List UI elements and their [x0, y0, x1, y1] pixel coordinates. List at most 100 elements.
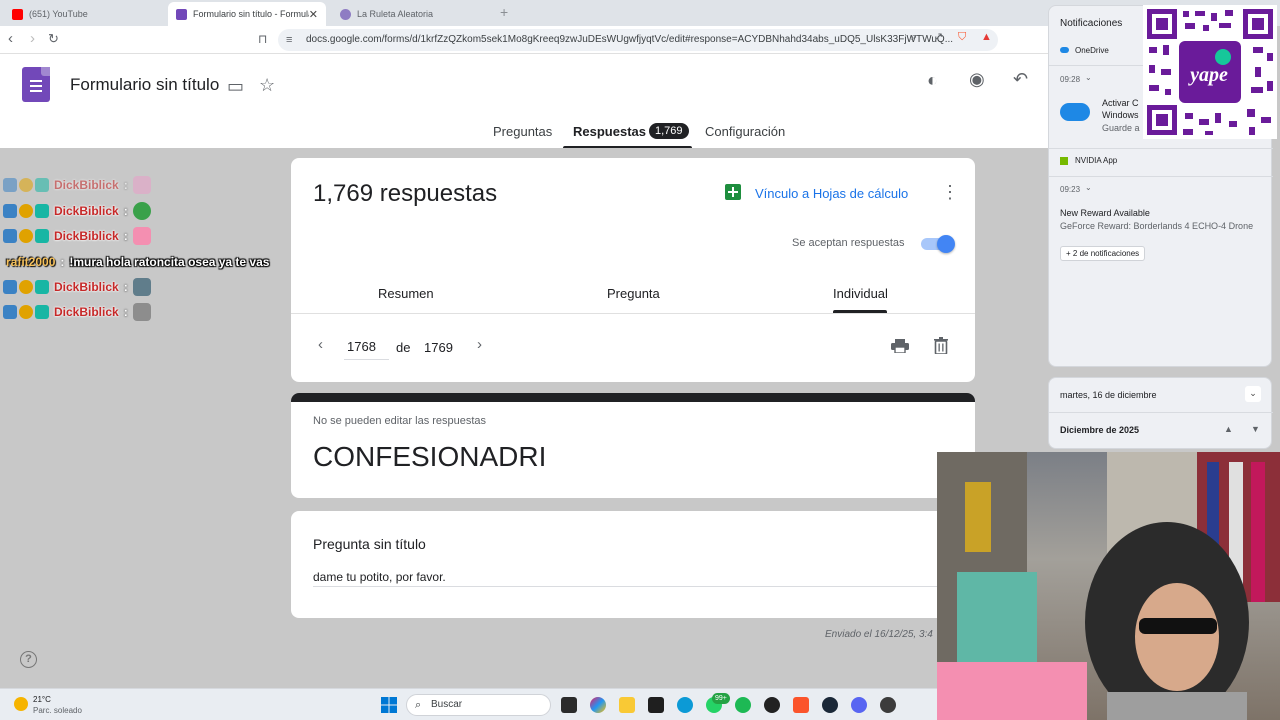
brave-icon[interactable] [793, 697, 809, 713]
chat-username: DickBiblick [54, 178, 119, 192]
undo-icon[interactable]: ↶ [1013, 69, 1028, 89]
share-icon[interactable]: ↗ [934, 29, 943, 45]
help-icon[interactable]: ? [20, 651, 37, 668]
more-notifications-button[interactable]: + 2 de notificaciones [1060, 246, 1146, 261]
discord-icon[interactable] [851, 697, 867, 713]
print-icon[interactable] [891, 339, 909, 353]
tab-preguntas[interactable]: Preguntas [493, 124, 552, 139]
chat-separator: : [123, 229, 128, 243]
star-icon[interactable]: ☆ [259, 75, 275, 95]
url-bar[interactable]: ≡ docs.google.com/forms/d/1krfZzQZkom5se… [278, 29, 998, 51]
file-explorer-icon[interactable] [619, 697, 635, 713]
task-view-icon[interactable] [561, 697, 577, 713]
copilot-icon[interactable] [590, 697, 606, 713]
badge-icon [3, 280, 17, 294]
steam-icon[interactable] [822, 697, 838, 713]
taskbar: 21°C Parc. soleado ⌕ Buscar 99+ [0, 688, 937, 720]
spotify-icon[interactable] [735, 697, 751, 713]
onedrive-time: 09:28 [1060, 75, 1081, 84]
tab-forms[interactable]: Formulario sin título - Formulario ✕ [168, 2, 326, 26]
tab-ruleta[interactable]: La Ruleta Aleatoria [332, 2, 492, 26]
chat-username: DickBiblick [54, 204, 119, 218]
nvidia-time: 09:23 [1060, 185, 1081, 194]
nvidia-body: GeForce Reward: Borderlands 4 ECHO-4 Dro… [1060, 221, 1254, 231]
form-title[interactable]: Formulario sin título [70, 75, 219, 95]
back-icon[interactable]: ‹ [8, 30, 13, 48]
chat-separator: : [123, 204, 128, 218]
submitted-timestamp: Enviado el 16/12/25, 3:4 [825, 629, 933, 640]
calendar-date: martes, 16 de diciembre [1060, 390, 1157, 400]
previous-response-icon[interactable]: ‹ [318, 336, 323, 354]
main-tabs: Preguntas Respuestas 1,769 Configuración [0, 122, 1048, 149]
site-info-icon[interactable]: ≡ [286, 29, 292, 51]
nvidia-app-name: NVIDIA App [1075, 156, 1118, 165]
chat-username: DickBiblick [54, 305, 119, 319]
obs-icon[interactable] [764, 697, 780, 713]
tab-title: (651) YouTube [29, 9, 88, 19]
chevron-up-icon[interactable]: ▲ [1224, 424, 1233, 434]
response-number-input[interactable]: 1768 [344, 336, 389, 360]
palette-icon[interactable]: ◐ [927, 70, 938, 90]
new-tab-button[interactable]: + [500, 4, 508, 20]
app-icon[interactable] [880, 697, 896, 713]
coin-badge-icon [19, 280, 33, 294]
chevron-down-icon[interactable]: ⌄ [1085, 183, 1092, 192]
folder-icon[interactable]: ▭ [227, 76, 244, 96]
responses-summary-card: 1,769 respuestas Vínculo a Hojas de cálc… [291, 158, 975, 382]
edge-icon[interactable] [677, 697, 693, 713]
chat-separator: : [123, 280, 128, 294]
tab-youtube[interactable]: (651) YouTube [4, 2, 166, 26]
pager-total: 1769 [424, 340, 453, 355]
subtab-individual[interactable]: Individual [833, 286, 888, 301]
webcam-image [937, 452, 1280, 720]
brave-shield-icon[interactable]: ⛉ [958, 29, 966, 45]
subtab-pregunta[interactable]: Pregunta [607, 286, 660, 301]
accepting-responses-label: Se aceptan respuestas [792, 237, 905, 249]
more-options-icon[interactable]: ⋮ [941, 182, 959, 202]
forms-icon [176, 8, 187, 20]
terminal-icon[interactable] [648, 697, 664, 713]
bookmark-icon[interactable]: ⊓ [258, 30, 267, 48]
youtube-icon [12, 8, 23, 20]
webcam-feed [937, 452, 1280, 720]
notifications-title: Notificaciones [1060, 18, 1123, 29]
sub-badge-icon [35, 229, 49, 243]
onedrive-line3: Guarde a [1102, 123, 1140, 133]
taskbar-search[interactable]: ⌕ Buscar [406, 694, 551, 716]
nvidia-title: New Reward Available [1060, 208, 1150, 218]
pager-of-label: de [396, 340, 411, 355]
weather-sun-icon[interactable] [14, 697, 28, 711]
response-form-title: CONFESIONADRI [313, 441, 547, 472]
tab-title: Formulario sin título - Formulario [193, 9, 309, 19]
subtab-resumen[interactable]: Resumen [378, 286, 434, 301]
brave-rewards-icon[interactable]: ▲ [981, 29, 992, 45]
chat-message: DickBiblick : [3, 226, 151, 246]
close-icon[interactable]: ✕ [309, 8, 318, 21]
coin-badge-icon [19, 229, 33, 243]
sheets-icon[interactable] [725, 184, 741, 200]
reload-icon[interactable]: ↻ [48, 30, 59, 48]
onedrive-app-name: OneDrive [1075, 46, 1109, 55]
chevron-down-icon[interactable]: ⌄ [1245, 386, 1261, 402]
forward-icon[interactable]: › [30, 30, 35, 48]
zoom-icon[interactable]: ⌕ [911, 29, 917, 45]
chat-separator: : [123, 178, 128, 192]
chevron-down-icon[interactable]: ⌄ [1085, 73, 1092, 82]
chat-separator: : [123, 305, 128, 319]
url-text: docs.google.com/forms/d/1krfZzQZkom5sek1… [306, 34, 954, 45]
chat-username: DickBiblick [54, 229, 119, 243]
weather-description: Parc. soleado [33, 706, 82, 715]
tab-respuestas[interactable]: Respuestas [573, 124, 646, 139]
chevron-down-icon[interactable]: ▼ [1251, 424, 1260, 434]
google-forms-logo-icon[interactable] [22, 67, 50, 102]
delete-icon[interactable] [934, 337, 948, 354]
tab-configuracion[interactable]: Configuración [705, 124, 785, 139]
next-response-icon[interactable]: › [477, 336, 482, 354]
chat-message: DickBiblick : [3, 201, 151, 221]
wheel-icon [340, 8, 351, 20]
windows-start-icon[interactable] [381, 697, 397, 713]
chat-message: DickBiblick : [3, 277, 151, 297]
preview-eye-icon[interactable]: ◉ [969, 69, 985, 89]
accepting-responses-toggle[interactable] [921, 235, 955, 253]
sheets-link[interactable]: Vínculo a Hojas de cálculo [755, 186, 908, 201]
